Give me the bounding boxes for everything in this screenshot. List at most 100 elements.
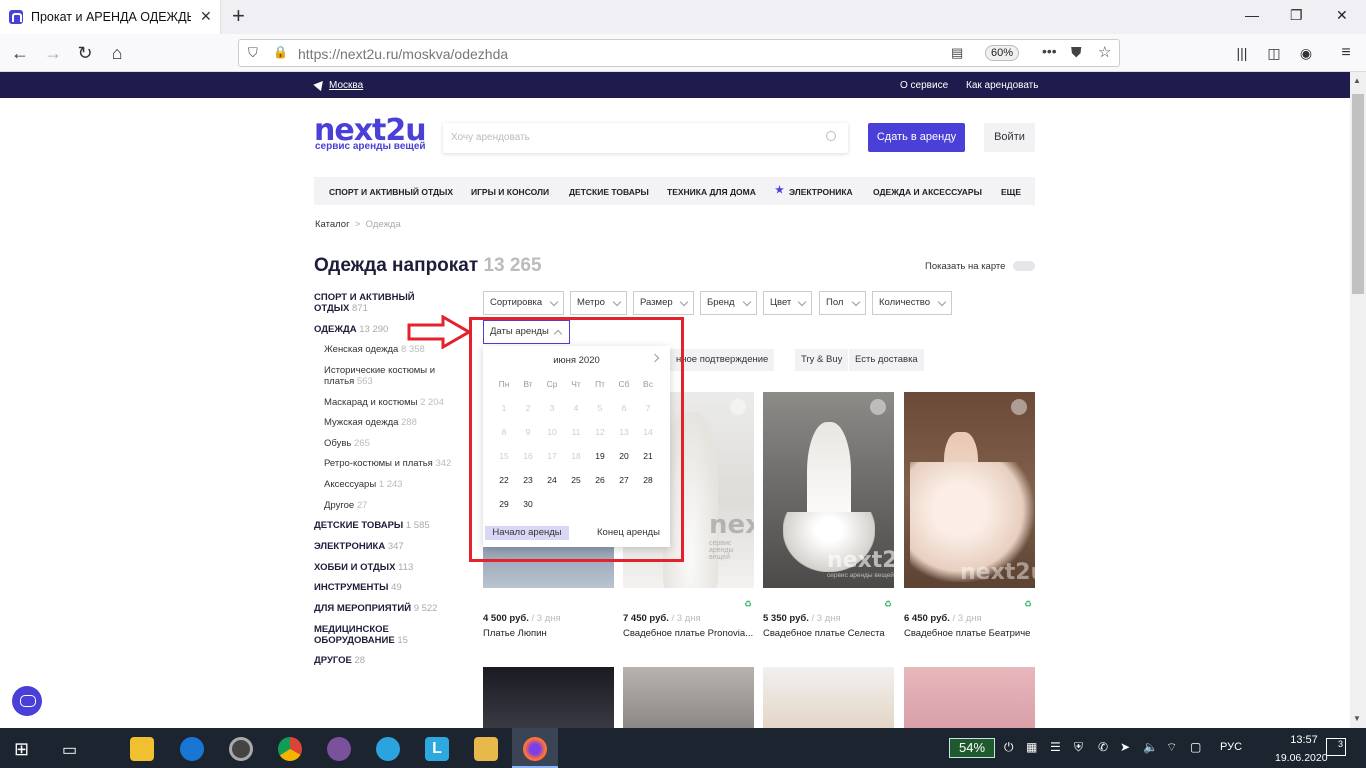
favorite-icon[interactable] xyxy=(730,399,746,415)
sidebar-cat-item[interactable]: ДЛЯ МЕРОПРИЯТИЙ 9 522 xyxy=(314,603,437,614)
brand-filter[interactable]: Бренд xyxy=(700,291,757,315)
sidebar-sub-item[interactable]: Мужская одежда 288 xyxy=(324,417,417,428)
size-filter[interactable]: Размер xyxy=(633,291,694,315)
edge-icon[interactable] xyxy=(180,737,204,761)
favorite-icon[interactable] xyxy=(1011,399,1027,415)
nav-clothing[interactable]: ОДЕЖДА И АКСЕССУАРЫ xyxy=(873,187,982,197)
nav-sport[interactable]: СПОРТ И АКТИВНЫЙ ОТДЫХ xyxy=(329,187,453,197)
search-input[interactable]: Хочу арендовать xyxy=(443,123,848,153)
sidebar-cat-item[interactable]: МЕДИЦИНСКОЕ ОБОРУДОВАНИЕ 15 xyxy=(314,624,408,646)
metro-filter[interactable]: Метро xyxy=(570,291,627,315)
product-name[interactable]: Платье Люпин xyxy=(483,628,614,639)
store-icon[interactable] xyxy=(130,737,154,761)
scrollbar-thumb[interactable] xyxy=(1352,94,1364,294)
shield-icon[interactable]: ⛉ xyxy=(248,45,258,61)
breadcrumb-root[interactable]: Каталог xyxy=(315,219,350,230)
browser-tab[interactable]: Прокат и АРЕНДА ОДЕЖДЫ в ✕ xyxy=(0,0,221,34)
menu-icon[interactable]: ≡ xyxy=(1335,42,1357,64)
library-icon[interactable]: ||| xyxy=(1231,42,1253,64)
close-tab-icon[interactable]: ✕ xyxy=(200,8,212,25)
product-name[interactable]: Свадебное платье Pronovia... xyxy=(623,628,754,639)
sidebar-sub-item[interactable]: Другое 27 xyxy=(324,500,367,511)
viber-tray-icon[interactable]: ✆ xyxy=(1098,740,1108,754)
account-icon[interactable]: ◉ xyxy=(1295,42,1317,64)
tray-app-icon[interactable]: ▦ xyxy=(1026,740,1037,754)
sidebar-sub-item[interactable]: Исторические костюмы и платья 563 xyxy=(324,365,435,387)
product-name[interactable]: Свадебное платье Селеста xyxy=(763,628,894,639)
forward-icon[interactable]: → xyxy=(42,42,64,64)
color-filter[interactable]: Цвет xyxy=(763,291,812,315)
back-icon[interactable]: ← xyxy=(9,42,31,64)
media-player-icon[interactable] xyxy=(229,737,253,761)
product-card[interactable] xyxy=(763,667,894,728)
notifications-icon[interactable]: 3 xyxy=(1326,738,1346,756)
login-button[interactable]: Войти xyxy=(984,123,1035,152)
product-image[interactable]: next2u сервис аренды вещей xyxy=(763,392,894,588)
product-card[interactable]: next2u сервис аренды вещей xyxy=(763,392,894,588)
product-image[interactable]: next2u xyxy=(904,392,1035,588)
gender-filter[interactable]: Пол xyxy=(819,291,866,315)
lock-icon[interactable]: 🔒 xyxy=(273,45,288,59)
home-icon[interactable]: ⌂ xyxy=(106,42,128,64)
bookmark-star-icon[interactable]: ☆ xyxy=(1098,43,1111,61)
sort-filter[interactable]: Сортировка xyxy=(483,291,564,315)
app-l-icon[interactable]: L xyxy=(425,737,449,761)
product-card[interactable]: next2u xyxy=(904,392,1035,588)
sidebar-cat-item[interactable]: ХОББИ И ОТДЫХ 113 xyxy=(314,562,413,573)
chat-widget-icon[interactable] xyxy=(12,686,42,716)
product-card[interactable] xyxy=(904,667,1035,728)
sidebar-cat-sport[interactable]: СПОРТ И АКТИВНЫЙ ОТДЫХ 871 xyxy=(314,292,415,314)
tag-confirmation[interactable]: нное подтверждение xyxy=(670,349,775,371)
address-bar[interactable]: ⛉ 🔒 https://next2u.ru/moskva/odezhda ▤ 6… xyxy=(238,39,1120,67)
zoom-level[interactable]: 60% xyxy=(985,45,1019,61)
reader-view-icon[interactable]: ▤ xyxy=(951,45,963,61)
pocket-icon[interactable]: ⛊ xyxy=(1071,44,1082,61)
chrome-icon[interactable] xyxy=(278,737,302,761)
clock-time[interactable]: 13:57 xyxy=(1282,734,1326,746)
sidebar-cat-item[interactable]: ЭЛЕКТРОНИКА 347 xyxy=(314,541,404,552)
sidebar-sub-item[interactable]: Ретро-костюмы и платья 342 xyxy=(324,458,451,469)
minimize-icon[interactable]: — xyxy=(1245,7,1259,23)
tag-delivery[interactable]: Есть доставка xyxy=(849,349,924,371)
map-toggle[interactable] xyxy=(1013,261,1035,271)
task-view-icon[interactable]: ▭ xyxy=(62,740,77,760)
sidebar-sub-item[interactable]: Маскарад и костюмы 2 204 xyxy=(324,397,444,408)
telegram-tray-icon[interactable]: ➤ xyxy=(1120,740,1130,754)
clock-date[interactable]: 19.06.2020 xyxy=(1275,752,1328,764)
sidebar-sub-item[interactable]: Обувь 265 xyxy=(324,438,370,449)
tag-try-buy[interactable]: Try & Buy xyxy=(795,349,849,371)
product-card[interactable] xyxy=(623,667,754,728)
window-close-icon[interactable]: ✕ xyxy=(1336,7,1348,24)
windows-start-icon[interactable]: ⊞ xyxy=(14,739,29,760)
favorite-icon[interactable] xyxy=(870,399,886,415)
file-explorer-icon[interactable] xyxy=(474,737,498,761)
sidebar-cat-clothing[interactable]: ОДЕЖДА 13 290 xyxy=(314,324,388,335)
nav-home-tech[interactable]: ТЕХНИКА ДЛЯ ДОМА xyxy=(667,187,756,197)
nav-games[interactable]: ИГРЫ И КОНСОЛИ xyxy=(471,187,549,197)
city-selector[interactable]: Москва xyxy=(329,80,363,91)
volume-icon[interactable]: 🔈 xyxy=(1143,740,1158,754)
telegram-icon[interactable] xyxy=(376,737,400,761)
how-to-rent-link[interactable]: Как арендовать xyxy=(966,80,1038,91)
product-name[interactable]: Свадебное платье Беатриче xyxy=(904,628,1035,639)
wifi-icon[interactable]: ⌔ xyxy=(1166,740,1177,755)
firefox-icon[interactable] xyxy=(523,737,547,761)
sidebar-cat-item[interactable]: ДРУГОЕ 28 xyxy=(314,655,365,666)
more-actions-icon[interactable]: ••• xyxy=(1042,43,1057,59)
input-language[interactable]: РУС xyxy=(1220,741,1242,753)
new-tab-icon[interactable]: + xyxy=(232,5,245,27)
nav-more[interactable]: ЕЩЕ xyxy=(1001,187,1021,197)
sidebar-icon[interactable]: ◫ xyxy=(1263,42,1285,64)
sidebar-cat-item[interactable]: ДЕТСКИЕ ТОВАРЫ 1 585 xyxy=(314,520,430,531)
search-icon[interactable] xyxy=(826,131,836,141)
battery-indicator[interactable]: 54% xyxy=(949,738,995,758)
about-link[interactable]: О сервисе xyxy=(900,80,948,91)
network-icon[interactable]: ☰ xyxy=(1050,740,1061,754)
monitor-icon[interactable]: ▢ xyxy=(1190,740,1201,754)
sidebar-sub-item[interactable]: Аксессуары 1 243 xyxy=(324,479,403,490)
quantity-filter[interactable]: Количество xyxy=(872,291,952,315)
rent-out-button[interactable]: Сдать в аренду xyxy=(868,123,965,152)
restore-icon[interactable]: ❐ xyxy=(1290,7,1303,24)
product-card[interactable] xyxy=(483,667,614,728)
shield-tray-icon[interactable]: ⛨ xyxy=(1074,740,1083,755)
